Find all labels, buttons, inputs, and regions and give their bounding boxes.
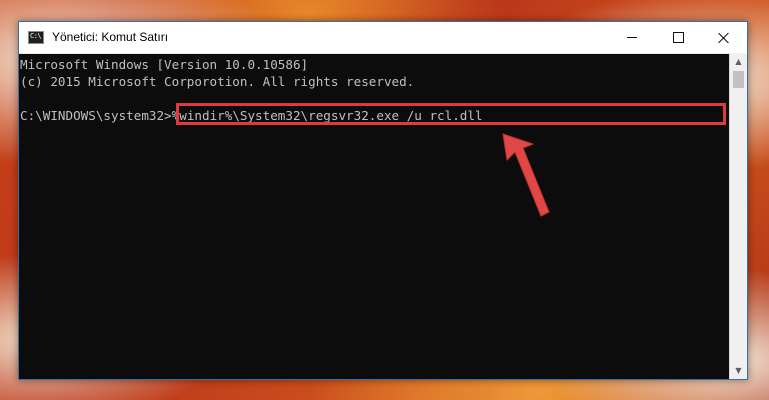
command-prompt-window: C:\ Yönetici: Komut Satırı Microsoft Win…: [18, 21, 748, 380]
console-line-copyright: (c) 2015 Microsoft Corporotion. All righ…: [20, 74, 415, 89]
command-highlight-box: [176, 103, 726, 125]
close-button[interactable]: [701, 22, 747, 53]
scroll-thumb[interactable]: [733, 71, 744, 88]
maximize-icon: [672, 32, 684, 43]
close-icon: [718, 32, 730, 44]
maximize-button[interactable]: [655, 22, 701, 53]
window-title: Yönetici: Komut Satırı: [52, 30, 169, 44]
minimize-button[interactable]: [609, 22, 655, 53]
scroll-up-icon[interactable]: ▲: [730, 53, 747, 70]
cmd-icon: C:\: [28, 31, 44, 44]
scroll-down-icon[interactable]: ▼: [730, 362, 747, 379]
console-output[interactable]: Microsoft Windows [Version 10.0.10586] (…: [19, 53, 730, 379]
title-bar[interactable]: C:\ Yönetici: Komut Satırı: [19, 22, 747, 54]
console-line-version: Microsoft Windows [Version 10.0.10586]: [20, 57, 309, 72]
prompt-text: C:\WINDOWS\system32>: [20, 108, 172, 123]
command-line[interactable]: C:\WINDOWS\system32>%windir%\System32\re…: [20, 103, 730, 125]
minimize-icon: [627, 37, 637, 38]
pointer-arrow-icon: [502, 133, 550, 217]
vertical-scrollbar[interactable]: ▲ ▼: [729, 53, 747, 379]
